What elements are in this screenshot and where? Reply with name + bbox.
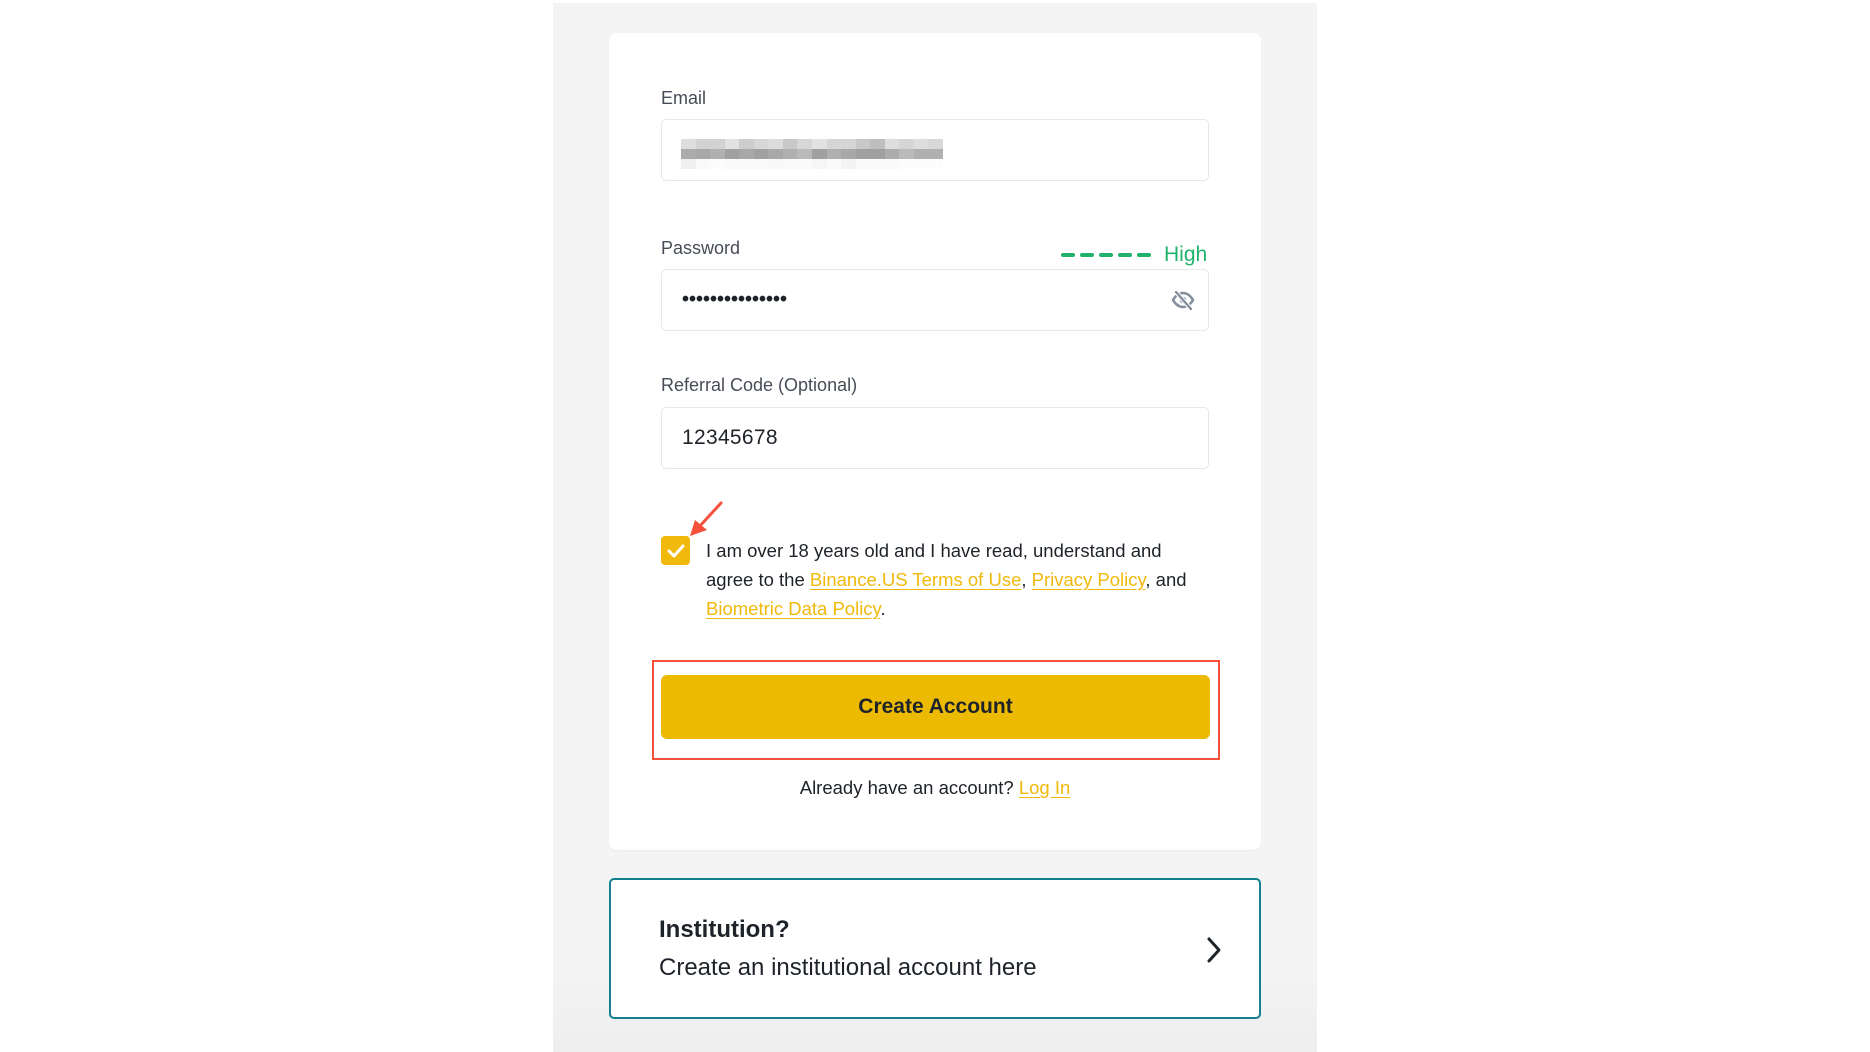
agreement-separator: , and bbox=[1145, 569, 1187, 590]
email-blur-pixel bbox=[870, 159, 885, 169]
email-blur-pixel bbox=[768, 139, 783, 149]
email-blur-pixel bbox=[811, 139, 827, 149]
institution-subtitle: Create an institutional account here bbox=[659, 954, 1037, 981]
email-blur-pixel bbox=[826, 149, 842, 159]
email-blur-pixel bbox=[797, 159, 812, 169]
referral-code-value: 12345678 bbox=[682, 426, 778, 449]
annotation-arrow-icon bbox=[690, 501, 723, 536]
strength-segment bbox=[1118, 253, 1132, 257]
email-blur-pixel bbox=[899, 139, 914, 149]
agree-checkbox[interactable] bbox=[661, 536, 690, 565]
agreement-text: I am over 18 years old and I have read, … bbox=[706, 536, 1206, 623]
email-blur-pixel bbox=[884, 159, 900, 169]
email-blur-pixel bbox=[928, 159, 943, 169]
checkmark-icon bbox=[667, 544, 684, 557]
strength-segment bbox=[1099, 253, 1113, 257]
email-blur-pixel bbox=[826, 139, 842, 149]
email-blur-pixel bbox=[695, 149, 711, 159]
email-blur-pixel bbox=[841, 149, 856, 159]
email-blur-pixel bbox=[841, 159, 856, 169]
terms-of-use-link[interactable]: Binance.US Terms of Use bbox=[810, 569, 1021, 590]
login-prompt-text: Already have an account? bbox=[799, 777, 1019, 798]
email-blur-pixel bbox=[797, 139, 812, 149]
email-blur-pixel bbox=[681, 149, 696, 159]
email-blur-pixel bbox=[710, 149, 725, 159]
agreement-separator: , bbox=[1021, 569, 1032, 590]
email-blur-pixel bbox=[768, 159, 783, 169]
email-blur-pixel bbox=[782, 139, 798, 149]
email-blur-pixel bbox=[724, 139, 740, 149]
email-blur-pixel bbox=[899, 149, 914, 159]
email-blur-pixel bbox=[753, 139, 769, 149]
email-blur-pixel bbox=[826, 159, 842, 169]
email-label: Email bbox=[661, 88, 707, 108]
institution-title: Institution? bbox=[659, 916, 790, 943]
password-masked-value: ••••••••••••••• bbox=[682, 288, 788, 311]
privacy-policy-link[interactable]: Privacy Policy bbox=[1032, 569, 1146, 590]
email-blur-pixel bbox=[855, 159, 871, 169]
email-blur-pixel bbox=[753, 149, 769, 159]
email-blur-pixel bbox=[855, 149, 871, 159]
password-field[interactable]: ••••••••••••••• bbox=[661, 269, 1209, 331]
log-in-link[interactable]: Log In bbox=[1019, 777, 1070, 798]
email-blur-pixel bbox=[870, 149, 885, 159]
password-strength-meter: High bbox=[1061, 242, 1207, 268]
email-blur-pixel bbox=[928, 149, 943, 159]
referral-code-field[interactable]: 12345678 bbox=[661, 407, 1209, 469]
eye-slash-icon[interactable] bbox=[1170, 287, 1196, 313]
email-blur-pixel bbox=[899, 159, 914, 169]
referral-label: Referral Code (Optional) bbox=[661, 375, 858, 395]
email-blur-pixel bbox=[739, 159, 754, 169]
create-account-button[interactable]: Create Account bbox=[661, 675, 1210, 739]
email-blur-pixel bbox=[768, 149, 783, 159]
email-blur-pixel bbox=[739, 149, 754, 159]
email-field[interactable] bbox=[661, 119, 1209, 181]
email-blur-pixel bbox=[681, 159, 696, 169]
email-blur-pixel bbox=[724, 149, 740, 159]
strength-segment bbox=[1080, 253, 1094, 257]
agreement-suffix: . bbox=[880, 598, 886, 619]
email-blur-pixel bbox=[884, 139, 900, 149]
email-blur-pixel bbox=[681, 139, 696, 149]
email-blur-pixel bbox=[841, 139, 856, 149]
email-blur-pixel bbox=[870, 139, 885, 149]
email-blur-pixel bbox=[753, 159, 769, 169]
email-blur-pixel bbox=[782, 149, 798, 159]
strength-segment bbox=[1137, 253, 1151, 257]
email-blur-pixel bbox=[724, 159, 740, 169]
email-blur-pixel bbox=[855, 139, 871, 149]
password-label: Password bbox=[661, 238, 741, 258]
email-blur-pixel bbox=[811, 159, 827, 169]
institution-account-card[interactable]: Institution? Create an institutional acc… bbox=[609, 878, 1261, 1019]
email-blur-pixel bbox=[928, 139, 943, 149]
email-blur-pixel bbox=[913, 149, 929, 159]
email-blur-pixel bbox=[710, 159, 725, 169]
email-blur-pixel bbox=[913, 139, 929, 149]
email-blur-pixel bbox=[782, 159, 798, 169]
strength-label: High bbox=[1164, 243, 1208, 266]
email-blur-pixel bbox=[739, 139, 754, 149]
email-value-blurred bbox=[681, 139, 943, 169]
email-blur-pixel bbox=[811, 149, 827, 159]
chevron-right-icon bbox=[1207, 937, 1221, 963]
email-blur-pixel bbox=[913, 159, 929, 169]
login-prompt: Already have an account? Log In bbox=[609, 777, 1261, 799]
strength-segment bbox=[1061, 253, 1075, 257]
biometric-data-policy-link[interactable]: Biometric Data Policy bbox=[706, 598, 880, 619]
email-blur-pixel bbox=[695, 139, 711, 149]
email-blur-pixel bbox=[710, 139, 725, 149]
email-blur-pixel bbox=[695, 159, 711, 169]
email-blur-pixel bbox=[884, 149, 900, 159]
email-blur-pixel bbox=[797, 149, 812, 159]
